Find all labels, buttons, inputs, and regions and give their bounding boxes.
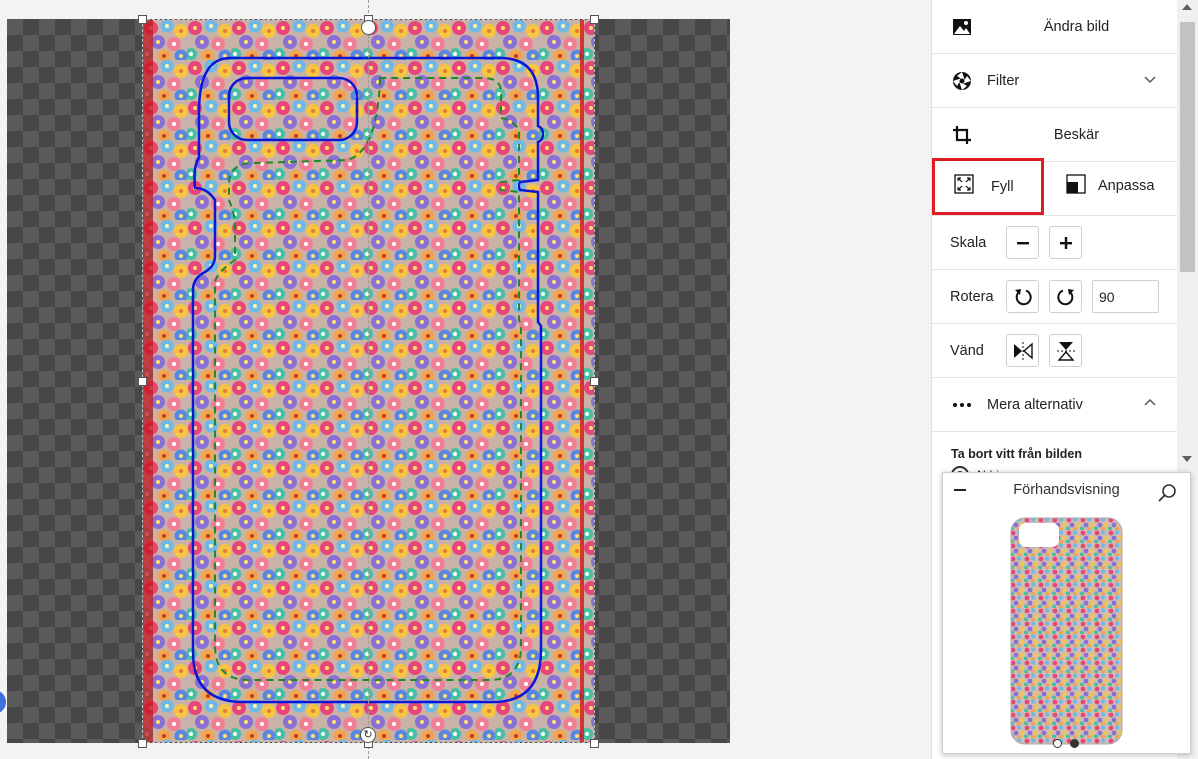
- rotate-left-icon: [1014, 288, 1032, 305]
- scale-down-button[interactable]: [1006, 226, 1039, 259]
- flip-row: Vänd: [932, 324, 1177, 378]
- rotate-right-icon: [1056, 288, 1074, 305]
- scale-label: Skala: [950, 234, 987, 251]
- flip-vertical-icon: [1056, 341, 1075, 361]
- resize-handle-bottom-left[interactable]: [138, 739, 147, 748]
- flip-label: Vänd: [950, 342, 984, 359]
- rotation-handle-top[interactable]: [361, 20, 376, 35]
- scroll-up-arrow-icon[interactable]: [1182, 4, 1192, 10]
- filter-label: Filter: [987, 72, 1020, 89]
- rotate-right-button[interactable]: [1049, 280, 1082, 313]
- crop-label: Beskär: [1053, 126, 1100, 143]
- rotate-label: Rotera: [950, 288, 994, 305]
- filter-icon: [951, 70, 973, 92]
- change-image-button[interactable]: Ändra bild: [932, 0, 1177, 54]
- search-icon[interactable]: [1157, 483, 1177, 503]
- preview-page-dot-2[interactable]: [1070, 739, 1079, 748]
- selection-frame[interactable]: [142, 19, 595, 743]
- fill-icon: [954, 174, 974, 199]
- resize-handle-top-right[interactable]: [590, 15, 599, 24]
- more-options-toggle[interactable]: Mera alternativ: [932, 378, 1177, 432]
- rotation-handle-bottom[interactable]: ↻: [360, 727, 376, 743]
- scale-up-button[interactable]: [1049, 226, 1082, 259]
- image-icon: [951, 16, 973, 38]
- plus-icon: [1059, 236, 1072, 249]
- fit-label: Anpassa: [1098, 178, 1155, 194]
- resize-handle-middle-left[interactable]: [138, 377, 147, 386]
- rotate-row: Rotera: [932, 270, 1177, 324]
- filter-toggle[interactable]: Filter: [932, 54, 1177, 108]
- side-badge[interactable]: [0, 690, 6, 714]
- chevron-up-icon: [1144, 398, 1156, 406]
- chevron-down-icon: [1144, 76, 1156, 84]
- more-options-label: Mera alternativ: [987, 396, 1083, 413]
- flip-vertical-button[interactable]: [1049, 334, 1082, 367]
- crop-icon: [951, 124, 973, 146]
- flip-horizontal-icon: [1013, 341, 1033, 360]
- resize-handle-top-left[interactable]: [138, 15, 147, 24]
- scroll-thumb[interactable]: [1180, 22, 1195, 272]
- preview-panel: Förhandsvisning: [942, 472, 1191, 754]
- preview-page-dot-1[interactable]: [1053, 739, 1062, 748]
- fill-label: Fyll: [991, 178, 1014, 195]
- panel-scrollbar[interactable]: [1177, 0, 1198, 470]
- design-canvas[interactable]: ↻: [0, 0, 930, 759]
- more-icon: [951, 394, 973, 416]
- resize-handle-bottom-right[interactable]: [590, 739, 599, 748]
- fill-button[interactable]: Fyll: [932, 158, 1044, 215]
- crop-button[interactable]: Beskär: [932, 108, 1177, 162]
- phone-case-preview[interactable]: [1010, 517, 1123, 745]
- scroll-down-arrow-icon[interactable]: [1182, 456, 1192, 462]
- minus-icon: [1016, 241, 1029, 244]
- resize-handle-middle-right[interactable]: [590, 377, 599, 386]
- fit-button[interactable]: Anpassa: [1056, 159, 1177, 213]
- preview-title: Förhandsvisning: [1013, 482, 1120, 498]
- remove-white-heading: Ta bort vitt från bilden: [951, 447, 1083, 461]
- rotate-degrees-input[interactable]: [1092, 280, 1159, 313]
- change-image-label: Ändra bild: [1043, 18, 1110, 35]
- fit-icon: [1066, 173, 1086, 199]
- scale-row: Skala: [932, 216, 1177, 270]
- rotate-left-button[interactable]: [1006, 280, 1039, 313]
- flip-horizontal-button[interactable]: [1006, 334, 1039, 367]
